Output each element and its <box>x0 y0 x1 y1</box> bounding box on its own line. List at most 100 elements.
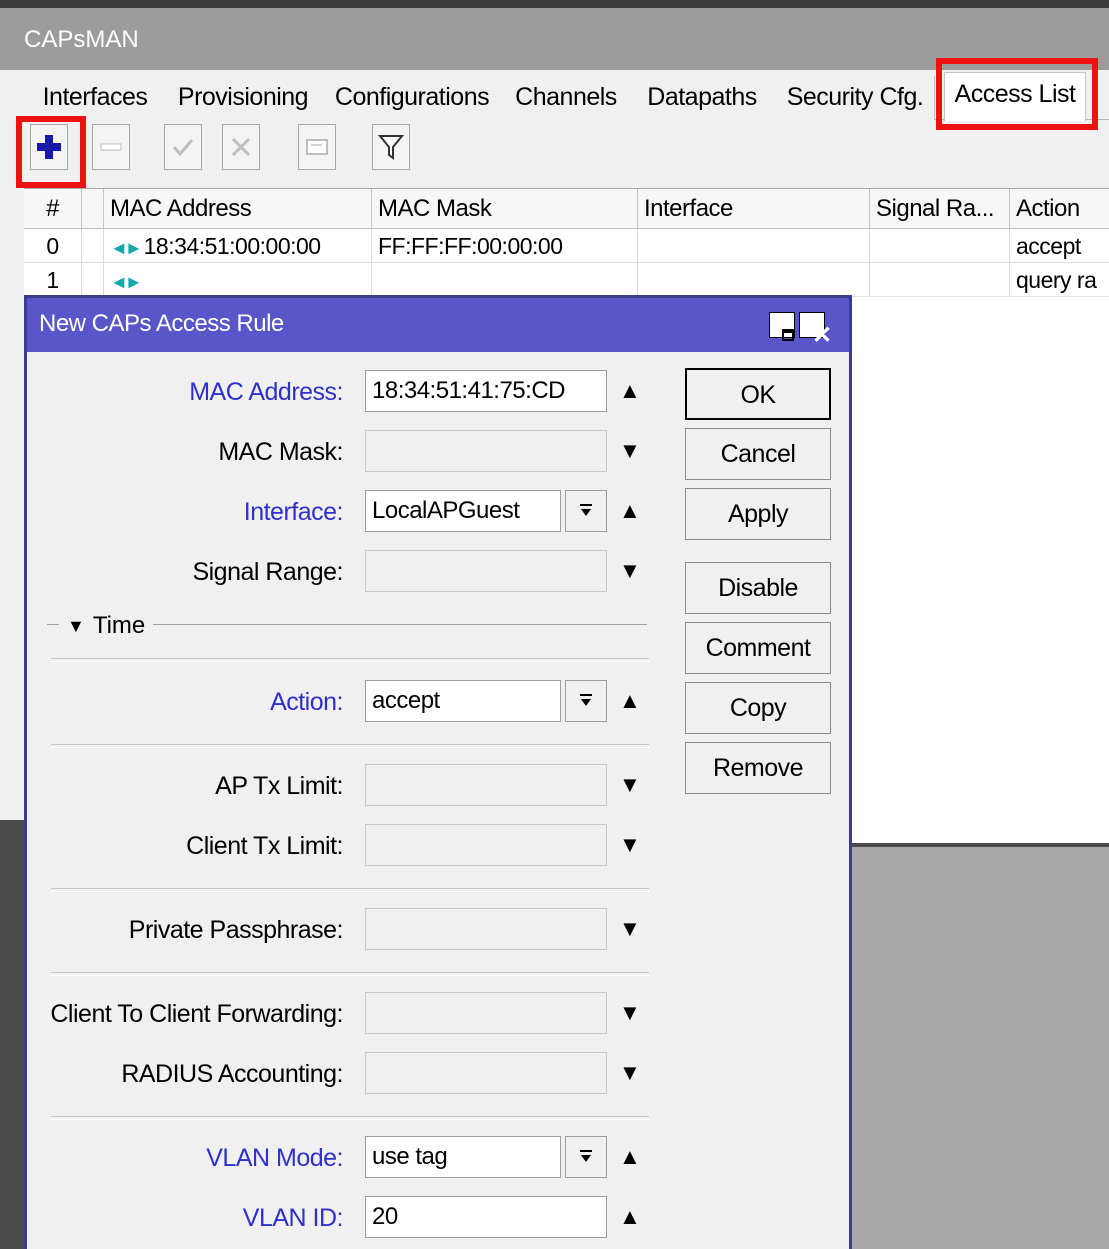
maximize-icon <box>782 329 794 341</box>
new-caps-access-rule-dialog: New CAPs Access Rule ✕ MAC Address: 18:3… <box>24 295 852 1249</box>
top-border <box>0 0 1109 8</box>
collapse-arrow-icon[interactable]: ▲ <box>619 500 641 522</box>
apply-button[interactable]: Apply <box>685 488 831 540</box>
close-button[interactable]: ✕ <box>799 312 832 348</box>
tab-datapaths[interactable]: Datapaths <box>628 76 777 120</box>
filter-button[interactable] <box>372 124 410 170</box>
interface-select[interactable]: LocalAPGuest <box>365 490 561 532</box>
comment-button[interactable] <box>298 124 336 170</box>
radius-accounting-input[interactable] <box>365 1052 607 1094</box>
expand-arrow-icon[interactable]: ▼ <box>619 834 641 856</box>
expand-arrow-icon[interactable]: ▼ <box>619 774 641 796</box>
table-row-1-number[interactable]: 1 <box>24 263 82 297</box>
vlan-mode-label: VLAN Mode: <box>206 1144 343 1172</box>
window-title: CAPsMAN <box>24 26 139 53</box>
tab-security-cfg[interactable]: Security Cfg. <box>776 76 935 120</box>
time-section-toggle[interactable]: ▼ Time <box>59 612 154 640</box>
mac-mask-input[interactable] <box>365 430 607 472</box>
signal-range-input[interactable] <box>365 550 607 592</box>
collapse-arrow-icon[interactable]: ▲ <box>619 1146 641 1168</box>
copy-button[interactable]: Copy <box>685 682 831 734</box>
column-interface[interactable]: Interface <box>638 189 870 229</box>
collapse-arrow-icon[interactable]: ▲ <box>619 380 641 402</box>
enable-button[interactable] <box>164 124 202 170</box>
dialog-titlebar[interactable]: New CAPs Access Rule ✕ <box>27 298 849 352</box>
expand-arrow-icon[interactable]: ▼ <box>619 918 641 940</box>
table-row-1-mac[interactable]: ◄► <box>104 263 372 297</box>
table-row-1-interface[interactable] <box>638 263 870 297</box>
background-desktop <box>0 820 24 1249</box>
close-icon: ✕ <box>812 322 832 349</box>
dropdown-icon <box>580 694 592 706</box>
vlan-mode-select[interactable]: use tag <box>365 1136 561 1178</box>
dialog-title: New CAPs Access Rule <box>39 310 284 337</box>
client-tx-limit-label: Client Tx Limit: <box>186 832 343 860</box>
tab-channels[interactable]: Channels <box>504 76 629 120</box>
separator <box>51 888 649 892</box>
client-tx-limit-input[interactable] <box>365 824 607 866</box>
column-action[interactable]: Action <box>1010 189 1109 229</box>
column-signal-range[interactable]: Signal Ra... <box>870 189 1010 229</box>
arrows-icon: ◄► <box>110 272 143 292</box>
column-mac-address[interactable]: MAC Address <box>104 189 372 229</box>
column-number[interactable]: # <box>24 189 82 229</box>
interface-label: Interface: <box>243 498 344 526</box>
vlan-id-label: VLAN ID: <box>242 1204 344 1232</box>
action-label: Action: <box>270 688 343 716</box>
mac-address-input[interactable]: 18:34:51:41:75:CD <box>365 370 607 412</box>
collapse-arrow-icon[interactable]: ▲ <box>619 1206 641 1228</box>
highlight-access-list-tab <box>936 58 1098 130</box>
remove-button[interactable]: Remove <box>685 742 831 794</box>
table-row-0-mask[interactable]: FF:FF:FF:00:00:00 <box>372 229 638 263</box>
tab-interfaces[interactable]: Interfaces <box>24 76 167 120</box>
column-flag[interactable] <box>82 189 104 229</box>
expand-arrow-icon[interactable]: ▼ <box>619 440 641 462</box>
table-row-0-flag[interactable] <box>82 229 104 263</box>
signal-range-label: Signal Range: <box>192 558 343 586</box>
table-row-0-action[interactable]: accept <box>1010 229 1109 263</box>
note-icon <box>306 139 328 155</box>
action-select[interactable]: accept <box>365 680 561 722</box>
action-dropdown-button[interactable] <box>565 680 607 722</box>
table-row-1-flag[interactable] <box>82 263 104 297</box>
table-row-1-mask[interactable] <box>372 263 638 297</box>
expand-arrow-icon[interactable]: ▼ <box>619 1062 641 1084</box>
dropdown-icon <box>580 1150 592 1162</box>
disable-button[interactable] <box>222 124 260 170</box>
separator <box>51 744 649 748</box>
vlan-id-input[interactable]: 20 <box>365 1196 607 1238</box>
comment-button[interactable]: Comment <box>685 622 831 674</box>
client-to-client-forwarding-label: Client To Client Forwarding: <box>50 1000 343 1028</box>
highlight-add-button <box>16 116 86 188</box>
background-desktop <box>848 843 1109 1249</box>
tab-configurations[interactable]: Configurations <box>320 76 505 120</box>
tab-provisioning[interactable]: Provisioning <box>166 76 321 120</box>
remove-button[interactable] <box>92 124 130 170</box>
separator <box>51 1116 649 1120</box>
table-row-1-action[interactable]: query ra <box>1010 263 1109 297</box>
maximize-button[interactable] <box>769 312 795 341</box>
collapse-arrow-icon[interactable]: ▲ <box>619 690 641 712</box>
table-row-0-number[interactable]: 0 <box>24 229 82 263</box>
private-passphrase-input[interactable] <box>365 908 607 950</box>
ap-tx-limit-input[interactable] <box>365 764 607 806</box>
table-row-0-interface[interactable] <box>638 229 870 263</box>
table-row-0-signal[interactable] <box>870 229 1010 263</box>
ok-button[interactable]: OK <box>685 368 831 420</box>
mac-address-label: MAC Address: <box>189 378 343 406</box>
vlan-mode-dropdown-button[interactable] <box>565 1136 607 1178</box>
cancel-button[interactable]: Cancel <box>685 428 831 480</box>
column-mac-mask[interactable]: MAC Mask <box>372 189 638 229</box>
separator <box>51 658 649 662</box>
client-to-client-forwarding-input[interactable] <box>365 992 607 1034</box>
expand-arrow-icon[interactable]: ▼ <box>619 1002 641 1024</box>
table-row-0-mac[interactable]: ◄► 18:34:51:00:00:00 <box>104 229 372 263</box>
interface-dropdown-button[interactable] <box>565 490 607 532</box>
expand-arrow-icon[interactable]: ▼ <box>619 560 641 582</box>
check-icon <box>172 139 194 157</box>
cross-icon <box>231 137 251 157</box>
table-row-1-signal[interactable] <box>870 263 1010 297</box>
disable-button[interactable]: Disable <box>685 562 831 614</box>
mac-mask-label: MAC Mask: <box>218 438 343 466</box>
filter-icon <box>378 135 404 160</box>
